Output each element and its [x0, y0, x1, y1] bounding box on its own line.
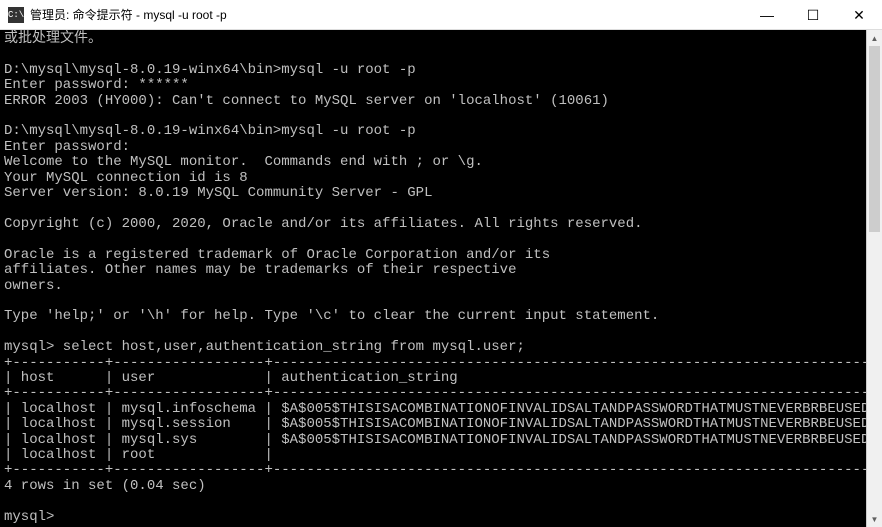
line: Welcome to the MySQL monitor. Commands e… — [4, 154, 483, 170]
table-row: | localhost | mysql.sys | $A$005$THISISA… — [4, 432, 866, 448]
table-header: | host | user | authentication_string | — [4, 370, 866, 386]
window-controls: — ☐ ✕ — [744, 0, 882, 29]
line: Type 'help;' or '\h' for help. Type '\c'… — [4, 308, 659, 324]
line: ERROR 2003 (HY000): Can't connect to MyS… — [4, 93, 609, 109]
close-button[interactable]: ✕ — [836, 0, 882, 30]
line: mysql> select host,user,authentication_s… — [4, 339, 525, 355]
line: owners. — [4, 278, 63, 294]
table-border: +-----------+------------------+--------… — [4, 462, 866, 478]
line: 或批处理文件。 — [4, 31, 102, 47]
vertical-scrollbar[interactable]: ▲ ▼ — [866, 30, 882, 527]
line: Oracle is a registered trademark of Orac… — [4, 247, 550, 263]
scroll-thumb[interactable] — [869, 46, 880, 232]
line: Enter password: ****** — [4, 77, 189, 93]
scroll-down-button[interactable]: ▼ — [867, 511, 882, 527]
table-border: +-----------+------------------+--------… — [4, 355, 866, 371]
line: Enter password: — [4, 139, 130, 155]
line: affiliates. Other names may be trademark… — [4, 262, 516, 278]
table-row: | localhost | root | | — [4, 447, 866, 463]
line: Your MySQL connection id is 8 — [4, 170, 248, 186]
line: D:\mysql\mysql-8.0.19-winx64\bin>mysql -… — [4, 123, 416, 139]
table-row: | localhost | mysql.session | $A$005$THI… — [4, 416, 866, 432]
terminal-output[interactable]: 或批处理文件。 D:\mysql\mysql-8.0.19-winx64\bin… — [0, 30, 866, 527]
maximize-button[interactable]: ☐ — [790, 0, 836, 30]
mysql-prompt[interactable]: mysql> — [4, 509, 63, 525]
cmd-icon: C:\ — [8, 7, 24, 23]
line: Server version: 8.0.19 MySQL Community S… — [4, 185, 432, 201]
table-row: | localhost | mysql.infoschema | $A$005$… — [4, 401, 866, 417]
scroll-track[interactable] — [867, 46, 882, 511]
line: 4 rows in set (0.04 sec) — [4, 478, 206, 494]
titlebar[interactable]: C:\ 管理员: 命令提示符 - mysql -u root -p — ☐ ✕ — [0, 0, 882, 30]
scroll-up-button[interactable]: ▲ — [867, 30, 882, 46]
line: D:\mysql\mysql-8.0.19-winx64\bin>mysql -… — [4, 62, 416, 78]
line: Copyright (c) 2000, 2020, Oracle and/or … — [4, 216, 643, 232]
window-title: 管理员: 命令提示符 - mysql -u root -p — [30, 6, 744, 23]
minimize-button[interactable]: — — [744, 0, 790, 30]
table-border: +-----------+------------------+--------… — [4, 385, 866, 401]
